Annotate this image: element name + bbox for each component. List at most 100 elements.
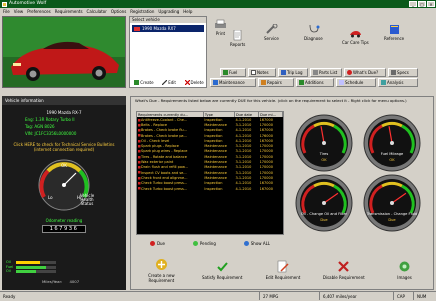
book-icon <box>389 25 399 34</box>
vehicle-selector-header: Select vehicle <box>130 17 206 23</box>
legend-due[interactable]: Due <box>149 240 165 246</box>
checkmark-icon <box>216 262 228 272</box>
gauge-lo: Lo <box>48 195 53 200</box>
requirement-row[interactable]: Oil - Check level Inspection 4-1-2010 16700… <box>137 138 283 144</box>
disable-requirement-button[interactable]: Disable Requirement <box>322 260 366 280</box>
status-gauges: Tires OK Fuel Mileage OK Oil - Change Oil an… <box>295 114 421 232</box>
service-label: Service <box>264 36 279 41</box>
trip-log-icon <box>281 70 286 75</box>
car-icon <box>349 31 361 38</box>
gauge-value: OK <box>321 158 327 162</box>
requirement-row[interactable]: Tires - Rotate and balance Maintenance 3-1… <box>137 154 283 160</box>
reports-button[interactable]: Reports <box>230 30 245 47</box>
requirement-row[interactable]: Drain flush and refill pow... Maintenance… <box>137 164 283 170</box>
fuel-button[interactable]: Fuel <box>220 68 246 77</box>
requirement-row[interactable]: Spark plugs - Replace Maintenance 3-1-2010… <box>137 143 283 149</box>
gauge: Fuel Mileage OK <box>363 114 421 172</box>
reference-button[interactable]: Reference <box>384 24 404 41</box>
requirement-row[interactable]: Brakes - Check brake pa... Inspection 4-1-… <box>137 132 283 139</box>
menu-help[interactable]: Help <box>183 8 192 15</box>
miles-label: Miles/Year: <box>42 279 63 284</box>
images-button[interactable]: Images <box>383 260 427 280</box>
edit-icon <box>278 260 290 273</box>
create-icon <box>134 80 140 85</box>
edit-vehicle-button[interactable]: Edit <box>162 80 176 85</box>
list-legend: Due Pending Show ALL <box>136 239 284 247</box>
parts-list-button[interactable]: Parts List <box>310 68 342 77</box>
trip-log-button[interactable]: Trip Log <box>278 68 308 77</box>
satisfy-requirement-button[interactable]: Satisfy Requirement <box>200 260 244 280</box>
gauge: Transmission - Change Fluid Due <box>363 174 421 232</box>
schedule-button[interactable]: Schedule <box>336 78 376 87</box>
additions-button[interactable]: Additions <box>296 78 334 87</box>
gauge-value: Due <box>388 218 396 222</box>
menu-view[interactable]: View <box>14 8 24 15</box>
repairs-button[interactable]: Repairs <box>258 78 294 87</box>
menu-file[interactable]: File <box>3 8 10 15</box>
requirement-row[interactable]: Check Turbo boost press... Inspection 4-1-… <box>137 185 283 192</box>
notes-button[interactable]: Notes <box>248 68 276 77</box>
car-image <box>3 17 125 87</box>
edit-requirement-button[interactable]: Edit Requirement <box>261 260 305 280</box>
vehicle-vin: VIN: JC1FC3356L0000000 <box>25 131 77 136</box>
main-toolbar: Print Reports Service Diagnose Car Care … <box>208 16 434 88</box>
specs-button[interactable]: Specs <box>388 68 418 77</box>
legend-show-all[interactable]: Show ALL <box>243 240 270 246</box>
gauge-value: Due <box>320 218 328 222</box>
create-vehicle-button[interactable]: Create <box>134 80 154 85</box>
diagnose-button[interactable]: Diagnose <box>304 24 323 41</box>
create-requirement-button[interactable]: Create a new Requirement <box>139 258 183 283</box>
menu-requirements[interactable]: Requirements <box>55 8 83 15</box>
analysis-button[interactable]: Analysis <box>378 78 418 87</box>
requirement-row[interactable]: Brakes - Check brake flu... Inspection 4-1… <box>137 127 283 133</box>
app-icon <box>2 1 7 7</box>
tsb-link[interactable]: Click HERE to check for Technical Servic… <box>2 141 126 153</box>
repairs-icon <box>261 80 266 85</box>
splitter[interactable] <box>126 92 434 95</box>
notes-icon <box>251 70 256 75</box>
requirement-row[interactable]: Inspect CV boots and se... Maintenance 3-1… <box>137 169 283 176</box>
vehicle-engine: Eng: 1.3R Rotary Turbo II <box>25 117 75 122</box>
menu-preferences[interactable]: Preferences <box>27 8 51 15</box>
car-care-tips-button[interactable]: Car Care Tips <box>342 28 369 45</box>
delete-icon <box>184 80 190 85</box>
vehicle-list-item[interactable]: 1990 Mazda RX7 <box>132 25 204 32</box>
menu-calculator[interactable]: Calculator <box>87 8 107 15</box>
vehicle-tag: Tag: AGN 8026 <box>25 124 55 129</box>
status-mpg: 27 MPG <box>260 292 320 300</box>
service-button[interactable]: Service <box>264 24 279 41</box>
requirement-type: Inspection <box>204 186 223 191</box>
requirements-list[interactable]: Requirements currently du... Type Due da… <box>136 111 284 235</box>
requirement-row[interactable]: Spark plug wires - Replace Maintenance 3-1… <box>137 148 283 155</box>
requirement-actions: Create a new Requirement Satisfy Require… <box>131 251 435 289</box>
requirement-row[interactable]: Check Turbo boost press... Inspection 4-1-… <box>137 180 283 186</box>
print-label: Print <box>215 31 226 36</box>
reference-label: Reference <box>384 36 405 41</box>
gauge-label: Fuel Mileage <box>381 152 404 156</box>
minimize-button[interactable]: _ <box>409 1 417 7</box>
print-button[interactable]: Print <box>214 19 227 36</box>
requirement-row[interactable]: Antifreeze-Coolant - Che... Inspection 4-1… <box>137 117 283 123</box>
requirement-row[interactable]: Belts - Replace Maintenance 3-1-2010 170000 <box>137 122 283 128</box>
disable-icon <box>338 261 350 272</box>
delete-vehicle-button[interactable]: Delete <box>184 80 204 85</box>
legend-pending[interactable]: Pending <box>192 240 216 246</box>
menu-options[interactable]: Options <box>111 8 126 15</box>
close-button[interactable]: × <box>427 1 435 7</box>
create-requirement-label: Create a new Requirement <box>148 272 175 283</box>
legend-pending-label: Pending <box>199 240 216 246</box>
parts-list-label: Parts List <box>319 70 338 75</box>
menu-upgrading[interactable]: Upgrading <box>158 8 179 15</box>
maintenance-button[interactable]: Maintenance <box>210 78 256 87</box>
vehicle-selector: Select vehicle 1990 Mazda RX7 Create Edi… <box>129 16 207 88</box>
gauge-label: Transmission - Change Fluid <box>366 212 417 216</box>
requirement-row[interactable]: Check front end alignme... Maintenance 3-1… <box>137 175 283 181</box>
create-label: Create <box>140 80 154 85</box>
maximize-button[interactable]: □ <box>418 1 426 7</box>
reports-icon <box>233 30 242 41</box>
miles-value: 4007 <box>69 279 80 284</box>
edit-label: Edit <box>168 80 176 85</box>
requirement-row[interactable]: Wax exterior paint Maintenance 3-1-2010 170… <box>137 159 283 165</box>
whats-due-button[interactable]: What's Due? <box>344 68 386 77</box>
menu-registration[interactable]: Registration <box>130 8 154 15</box>
